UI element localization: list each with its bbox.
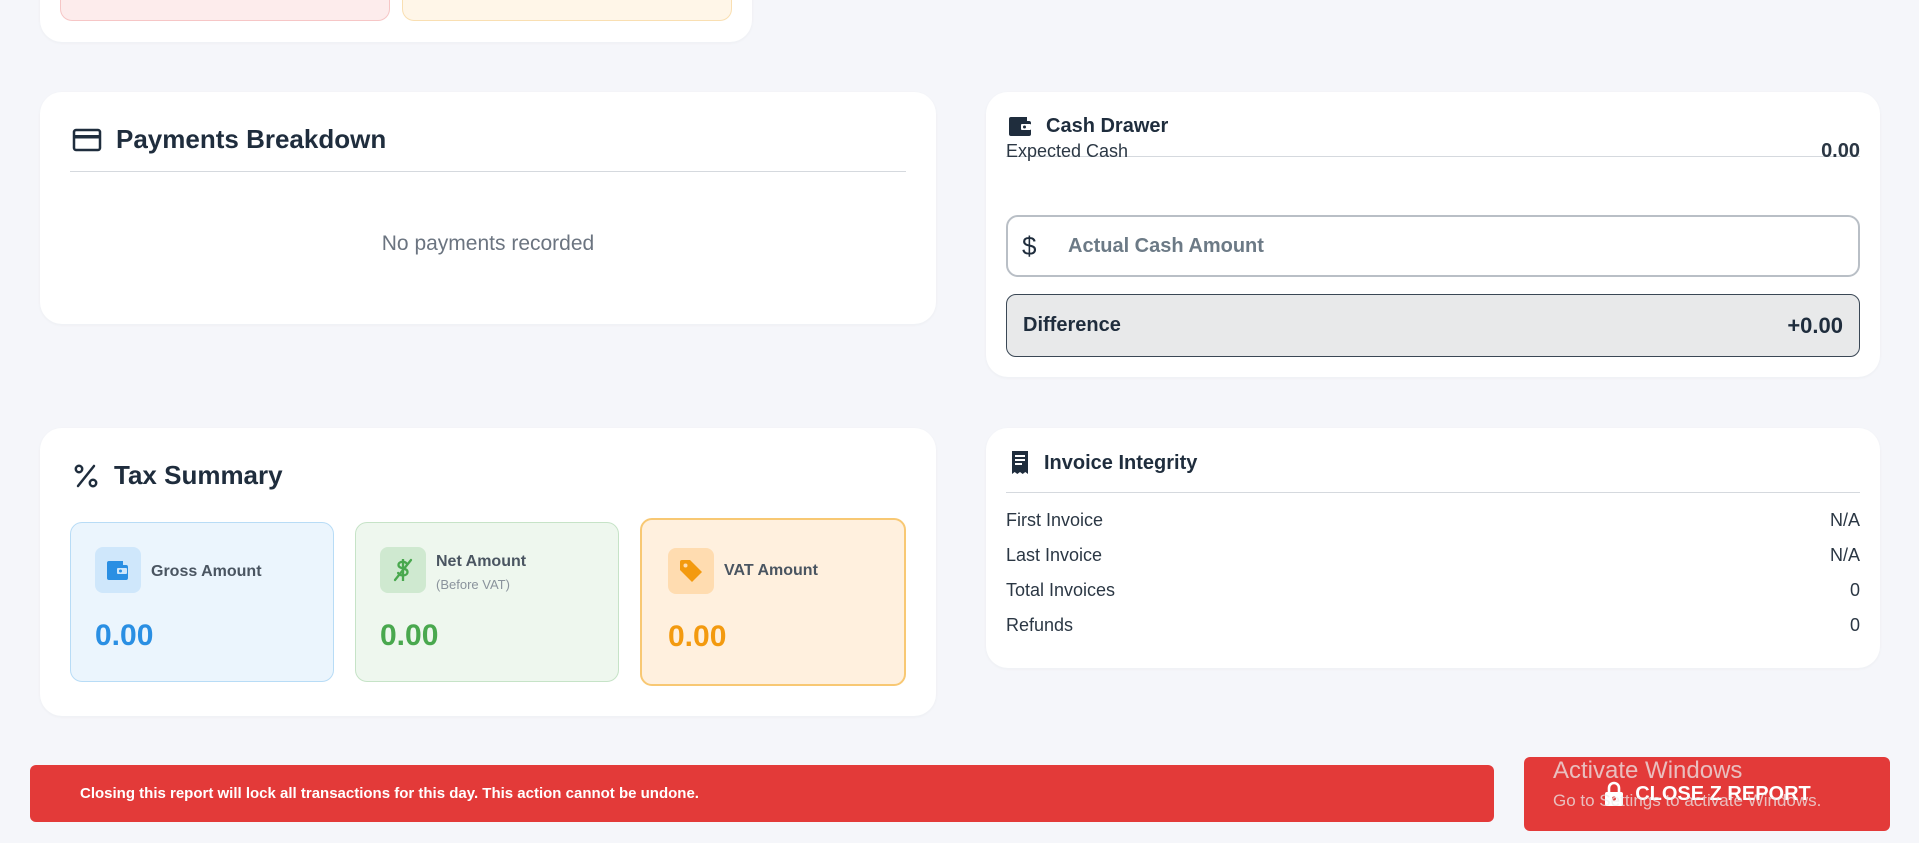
difference-value: +0.00	[1787, 312, 1843, 338]
difference-label: Difference	[1023, 314, 1121, 336]
close-warning-text: Closing this report will lock all transa…	[80, 785, 699, 802]
difference-box: Difference +0.00	[1006, 294, 1860, 357]
net-amount-sublabel: (Before VAT)	[436, 577, 510, 592]
last-invoice-label: Last Invoice	[1006, 545, 1103, 565]
divider	[70, 171, 906, 172]
dollar-icon: $	[1022, 230, 1037, 261]
tax-summary-header: Tax Summary	[72, 460, 283, 491]
last-invoice-row: Last Invoice N/A	[1006, 545, 1860, 566]
credit-card-icon	[72, 128, 102, 152]
expected-cash-row: Expected Cash 0.00	[1006, 140, 1860, 163]
divider	[1006, 492, 1860, 493]
first-invoice-value: N/A	[1829, 510, 1860, 530]
total-invoices-value: 0	[1849, 580, 1860, 600]
total-invoices-row: Total Invoices 0	[1006, 580, 1860, 601]
cash-drawer-header: Cash Drawer	[1008, 114, 1168, 138]
invoice-integrity-card: Invoice Integrity First Invoice N/A Last…	[986, 428, 1880, 668]
refunds-row: Refunds 0	[1006, 615, 1860, 636]
vat-amount-label: VAT Amount	[724, 562, 818, 579]
gross-amount-card: Gross Amount 0.00	[70, 522, 334, 682]
payments-header: Payments Breakdown	[72, 124, 386, 155]
net-amount-card: Net Amount (Before VAT) 0.00	[355, 522, 619, 682]
net-amount-value: 0.00	[380, 619, 439, 652]
wallet-icon	[1008, 114, 1034, 138]
tax-summary-title: Tax Summary	[114, 460, 283, 490]
summary-tile-red	[60, 0, 390, 21]
refunds-value: 0	[1849, 615, 1860, 635]
refunds-label: Refunds	[1006, 615, 1074, 635]
expected-cash-label: Expected Cash	[1006, 141, 1129, 161]
vat-amount-card: VAT Amount 0.00	[640, 518, 906, 686]
summary-tile-orange	[402, 0, 732, 21]
percent-icon	[72, 462, 100, 490]
actual-cash-field[interactable]: $	[1006, 215, 1860, 277]
payments-title: Payments Breakdown	[116, 124, 387, 154]
close-z-report-label: CLOSE Z REPORT	[1635, 782, 1811, 805]
actual-cash-input[interactable]	[1066, 233, 1770, 259]
cash-drawer-title: Cash Drawer	[1046, 114, 1169, 137]
tag-icon	[668, 548, 714, 594]
close-warning-banner: Closing this report will lock all transa…	[30, 765, 1494, 822]
wallet-icon	[95, 547, 141, 593]
summary-card-top	[40, 0, 752, 42]
net-amount-label: Net Amount	[436, 553, 527, 570]
expected-cash-value: 0.00	[1821, 140, 1860, 162]
gross-amount-value: 0.00	[95, 619, 154, 652]
lock-icon	[1603, 781, 1625, 807]
invoice-integrity-header: Invoice Integrity	[1008, 450, 1197, 476]
first-invoice-row: First Invoice N/A	[1006, 510, 1860, 531]
gross-amount-label: Gross Amount	[151, 563, 262, 580]
payments-breakdown-card: Payments Breakdown No payments recorded	[40, 92, 936, 324]
dollar-strike-icon	[380, 547, 426, 593]
last-invoice-value: N/A	[1829, 545, 1860, 565]
tax-summary-card: Tax Summary Gross Amount 0.00 Net Amount…	[40, 428, 936, 716]
invoice-integrity-title: Invoice Integrity	[1044, 451, 1198, 474]
vat-amount-value: 0.00	[668, 620, 727, 653]
total-invoices-label: Total Invoices	[1006, 580, 1116, 600]
cash-drawer-card: Cash Drawer Expected Cash 0.00 $ Differe…	[986, 92, 1880, 377]
close-z-report-button[interactable]: CLOSE Z REPORT	[1524, 757, 1890, 831]
empty-payments-message: No payments recorded	[381, 232, 595, 255]
first-invoice-label: First Invoice	[1006, 510, 1104, 530]
receipt-icon	[1008, 450, 1032, 476]
